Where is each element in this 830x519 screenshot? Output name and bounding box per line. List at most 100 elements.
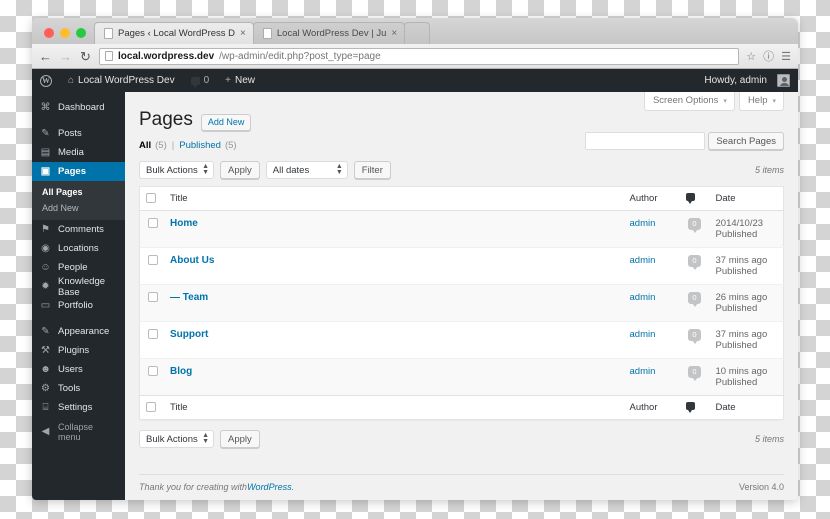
- row-checkbox[interactable]: [148, 329, 158, 340]
- row-select-cell[interactable]: [139, 358, 164, 396]
- comment-icon: [685, 402, 695, 413]
- row-select-cell[interactable]: [139, 247, 164, 285]
- sidebar-item-label: Media: [58, 147, 84, 158]
- apply-button-top[interactable]: Apply: [220, 161, 260, 179]
- comment-count-badge[interactable]: 0: [688, 329, 701, 344]
- sidebar-collapse-menu-button[interactable]: ◀ Collapse menu: [32, 422, 125, 442]
- sidebar-item-posts[interactable]: ✎ Posts: [32, 124, 125, 143]
- author-link[interactable]: admin: [630, 255, 656, 266]
- table-row[interactable]: About Us admin 0 37 mins ago Published: [139, 247, 784, 285]
- comment-count-badge[interactable]: 0: [688, 366, 701, 381]
- column-header-title[interactable]: Title: [164, 186, 624, 211]
- info-icon[interactable]: ⓘ: [763, 48, 774, 64]
- page-title-link[interactable]: Home: [170, 218, 198, 229]
- comment-count-badge[interactable]: 0: [688, 218, 701, 233]
- date-filter-select[interactable]: All dates ▲ ▼: [265, 161, 348, 179]
- address-bar[interactable]: local.wordpress.dev /wp-admin/edit.php?p…: [99, 47, 740, 65]
- column-footer-author[interactable]: Author: [623, 395, 680, 420]
- bulk-actions-select-bottom[interactable]: Bulk Actions ▲ ▼: [139, 430, 214, 448]
- comment-count-badge[interactable]: 0: [688, 292, 701, 307]
- admin-bar-my-account[interactable]: Howdy, admin: [696, 69, 798, 92]
- admin-bar-wp-logo[interactable]: W: [32, 69, 60, 92]
- page-title-link[interactable]: Blog: [170, 366, 192, 377]
- row-comments-cell: 0: [679, 284, 710, 322]
- column-footer-comments[interactable]: [679, 395, 710, 420]
- sidebar-item-pages[interactable]: ▣ Pages: [32, 162, 125, 181]
- author-link[interactable]: admin: [630, 218, 656, 229]
- author-link[interactable]: admin: [630, 292, 656, 303]
- back-icon[interactable]: ←: [39, 50, 52, 63]
- row-checkbox[interactable]: [148, 292, 158, 303]
- sidebar-item-locations[interactable]: ◉ Locations: [32, 239, 125, 258]
- admin-bar-new-content[interactable]: + New: [217, 69, 263, 92]
- screen-options-button[interactable]: Screen Options ▾: [643, 92, 735, 111]
- bulk-actions-select-top[interactable]: Bulk Actions ▲ ▼: [139, 161, 214, 179]
- table-row[interactable]: Blog admin 0 10 mins ago Published: [139, 358, 784, 396]
- close-window-button[interactable]: [44, 28, 54, 38]
- browser-tab-inactive[interactable]: Local WordPress Dev | Ju ×: [252, 22, 406, 44]
- select-all-checkbox[interactable]: [146, 193, 156, 204]
- sidebar-item-users[interactable]: ☻ Users: [32, 360, 125, 379]
- column-header-date[interactable]: Date: [709, 186, 784, 211]
- minimize-window-button[interactable]: [60, 28, 70, 38]
- row-title-cell: Blog: [164, 358, 624, 396]
- page-title-link[interactable]: Support: [170, 329, 208, 340]
- row-checkbox[interactable]: [148, 218, 158, 229]
- author-link[interactable]: admin: [630, 329, 656, 340]
- author-link[interactable]: admin: [630, 366, 656, 377]
- sidebar-subitem-add-new[interactable]: Add New: [32, 200, 125, 216]
- row-select-cell[interactable]: [139, 210, 164, 248]
- add-new-button[interactable]: Add New: [200, 113, 252, 131]
- comment-count-badge[interactable]: 0: [688, 255, 701, 270]
- forward-icon[interactable]: →: [59, 50, 72, 63]
- admin-bar-site-name[interactable]: ⌂ Local WordPress Dev: [60, 69, 183, 92]
- select-all-checkbox-footer[interactable]: [146, 402, 156, 413]
- column-header-comments[interactable]: [679, 186, 710, 211]
- help-button[interactable]: Help ▾: [738, 92, 784, 111]
- sidebar-subitem-label: All Pages: [42, 187, 83, 197]
- sidebar-item-people[interactable]: ☺ People: [32, 258, 125, 277]
- sidebar-item-portfolio[interactable]: ▭ Portfolio: [32, 296, 125, 315]
- search-pages-button[interactable]: Search Pages: [708, 132, 784, 150]
- browser-tab-active[interactable]: Pages ‹ Local WordPress D ×: [94, 22, 254, 44]
- table-row[interactable]: Home admin 0 2014/10/23 Published: [139, 210, 784, 248]
- sidebar-item-comments[interactable]: ⚑ Comments: [32, 220, 125, 239]
- sidebar-item-plugins[interactable]: ⚒ Plugins: [32, 341, 125, 360]
- row-checkbox[interactable]: [148, 255, 158, 266]
- select-all-footer[interactable]: [139, 395, 164, 420]
- sidebar-item-knowledge-base[interactable]: ✹ Knowledge Base: [32, 276, 125, 298]
- tab-close-icon[interactable]: ×: [391, 28, 397, 39]
- sidebar-item-media[interactable]: ▤ Media: [32, 143, 125, 162]
- wordpress-link[interactable]: WordPress: [247, 482, 292, 492]
- tab-close-icon[interactable]: ×: [240, 28, 246, 39]
- filter-button[interactable]: Filter: [353, 161, 391, 179]
- sidebar-item-tools[interactable]: ⚙ Tools: [32, 379, 125, 398]
- sidebar-item-appearance[interactable]: ✎ Appearance: [32, 322, 125, 341]
- filter-link-all[interactable]: All: [139, 140, 151, 151]
- column-header-author[interactable]: Author: [623, 186, 680, 211]
- collapse-arrow-icon: ◀: [41, 426, 50, 437]
- admin-bar-comments[interactable]: 0: [183, 69, 218, 92]
- maximize-window-button[interactable]: [76, 28, 86, 38]
- hamburger-menu-icon[interactable]: ☰: [781, 50, 791, 63]
- filter-link-published[interactable]: Published: [179, 140, 221, 151]
- row-select-cell[interactable]: [139, 321, 164, 359]
- sidebar-item-dashboard[interactable]: ⌘ Dashboard: [32, 98, 125, 117]
- bookmark-star-icon[interactable]: ☆: [746, 50, 756, 63]
- row-select-cell[interactable]: [139, 284, 164, 322]
- new-tab-button[interactable]: [404, 22, 431, 44]
- row-checkbox[interactable]: [148, 366, 158, 377]
- page-title-link[interactable]: — Team: [170, 292, 208, 303]
- sidebar-subitem-all-pages[interactable]: All Pages: [32, 184, 125, 200]
- search-input[interactable]: [585, 132, 706, 150]
- column-footer-title[interactable]: Title: [164, 395, 624, 420]
- apply-button-bottom[interactable]: Apply: [220, 430, 260, 448]
- table-row[interactable]: Support admin 0 37 mins ago Published: [139, 321, 784, 359]
- reload-icon[interactable]: ↻: [79, 50, 92, 63]
- table-row[interactable]: — Team admin 0 26 mins ago Published: [139, 284, 784, 322]
- select-all-header[interactable]: [139, 186, 164, 211]
- row-status: Published: [715, 377, 758, 388]
- sidebar-item-settings[interactable]: ⌸ Settings: [32, 398, 125, 417]
- page-title-link[interactable]: About Us: [170, 255, 214, 266]
- column-footer-date[interactable]: Date: [709, 395, 784, 420]
